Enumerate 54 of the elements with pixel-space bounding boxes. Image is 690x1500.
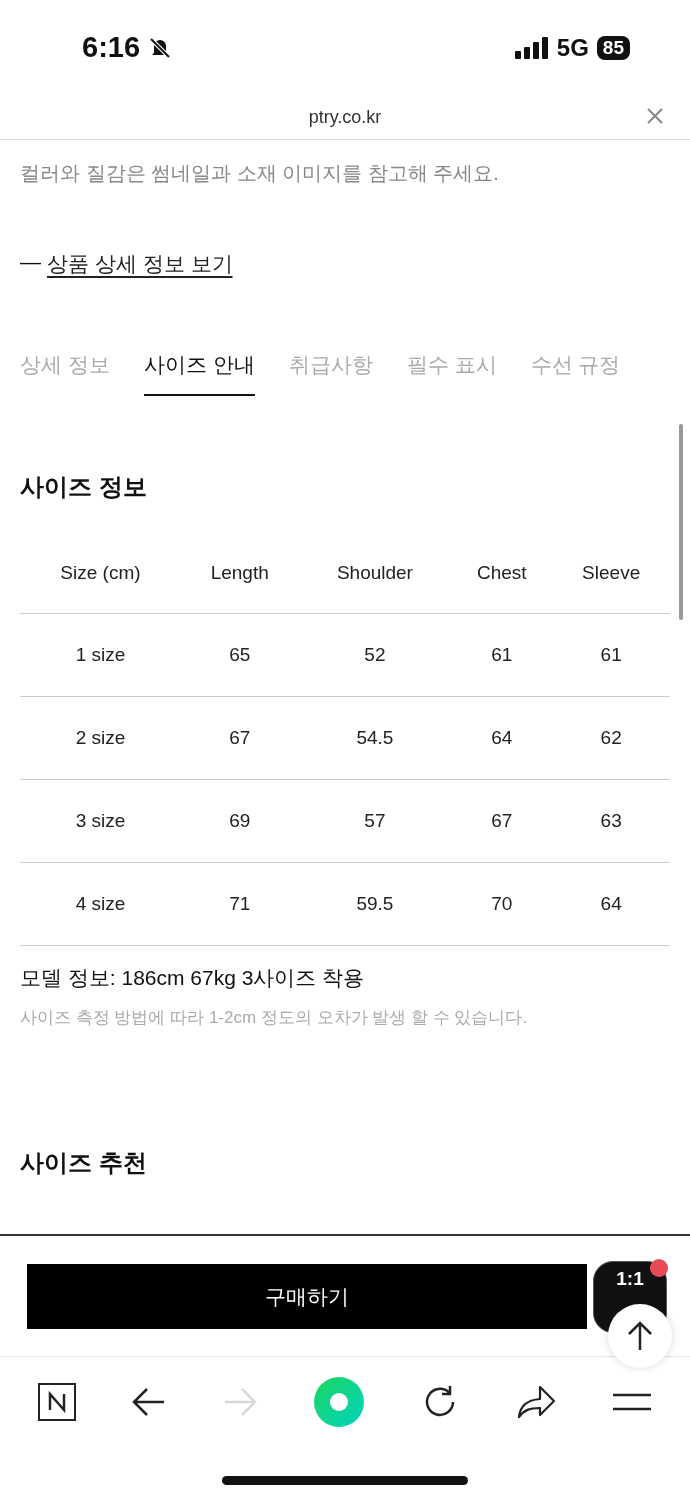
muted-bell-icon [148, 35, 173, 60]
section-title: 사이즈 추천 [20, 1148, 148, 1178]
network-label: 5G [556, 33, 589, 62]
table-cell: 67 [451, 779, 553, 863]
forward-arrow-icon [222, 1387, 257, 1417]
scroll-top-button[interactable] [608, 1304, 672, 1368]
table-cell: 70 [451, 862, 553, 946]
toolbar-button[interactable] [38, 1383, 77, 1421]
up-arrow-icon [627, 1321, 653, 1351]
table-cell: 71 [180, 862, 299, 946]
table-cell: 63 [552, 779, 670, 863]
signal-icon [514, 36, 549, 59]
column-header: Size (cm) [20, 533, 181, 614]
close-icon[interactable] [646, 107, 664, 125]
column-header: Length [180, 533, 299, 614]
table-cell: 52 [298, 613, 452, 697]
model-info: 모델 정보: 186cm 67kg 3사이즈 착용 [20, 965, 366, 991]
toolbar-button[interactable] [132, 1387, 167, 1417]
note-text: 사이즈 측정 방법에 따라 1-2cm 정도의 오차가 발생 할 수 있습니다. [20, 1007, 529, 1029]
table-cell: 64 [552, 862, 670, 946]
clock-time: 6:16 [82, 31, 141, 64]
table-cell: 2 size [20, 696, 181, 780]
toolbar-button[interactable] [515, 1385, 556, 1419]
menu-icon [611, 1392, 652, 1412]
table-cell: 1 size [20, 613, 181, 697]
table-cell: 57 [298, 779, 452, 863]
table-cell: 61 [552, 613, 670, 697]
table-cell: 3 size [20, 779, 181, 863]
battery-level: 85 [596, 35, 630, 60]
column-header: Sleeve [552, 533, 670, 614]
table-cell: 69 [180, 779, 299, 863]
description-text: 컬러와 질감은 썸네일과 소재 이미지를 참고해 주세요. [20, 161, 500, 186]
table-cell: 64 [451, 696, 553, 780]
dash-text: — [20, 250, 41, 275]
table-cell: 67 [180, 696, 299, 780]
table-cell: 61 [451, 613, 553, 697]
table-cell: 62 [552, 696, 670, 780]
table-cell: 4 size [20, 862, 181, 946]
column-header: Shoulder [298, 533, 452, 614]
tab[interactable]: 사이즈 안내 [143, 351, 255, 396]
toolbar-button[interactable] [611, 1392, 652, 1412]
column-header: Chest [451, 533, 553, 614]
table-cell: 54.5 [298, 696, 452, 780]
buy-button[interactable]: 구매하기 [27, 1264, 587, 1329]
url-text: ptry.co.kr [308, 106, 382, 128]
n-logo-icon [38, 1383, 77, 1421]
table-cell: 59.5 [298, 862, 452, 946]
ring-icon [313, 1376, 365, 1428]
share-arrow-icon [515, 1385, 556, 1419]
table-cell: 65 [180, 613, 299, 697]
section-title: 사이즈 정보 [20, 472, 148, 502]
detail-link[interactable]: 상품 상세 정보 보기 [47, 250, 233, 278]
scrollbar[interactable] [679, 424, 683, 620]
back-arrow-icon [132, 1387, 167, 1417]
